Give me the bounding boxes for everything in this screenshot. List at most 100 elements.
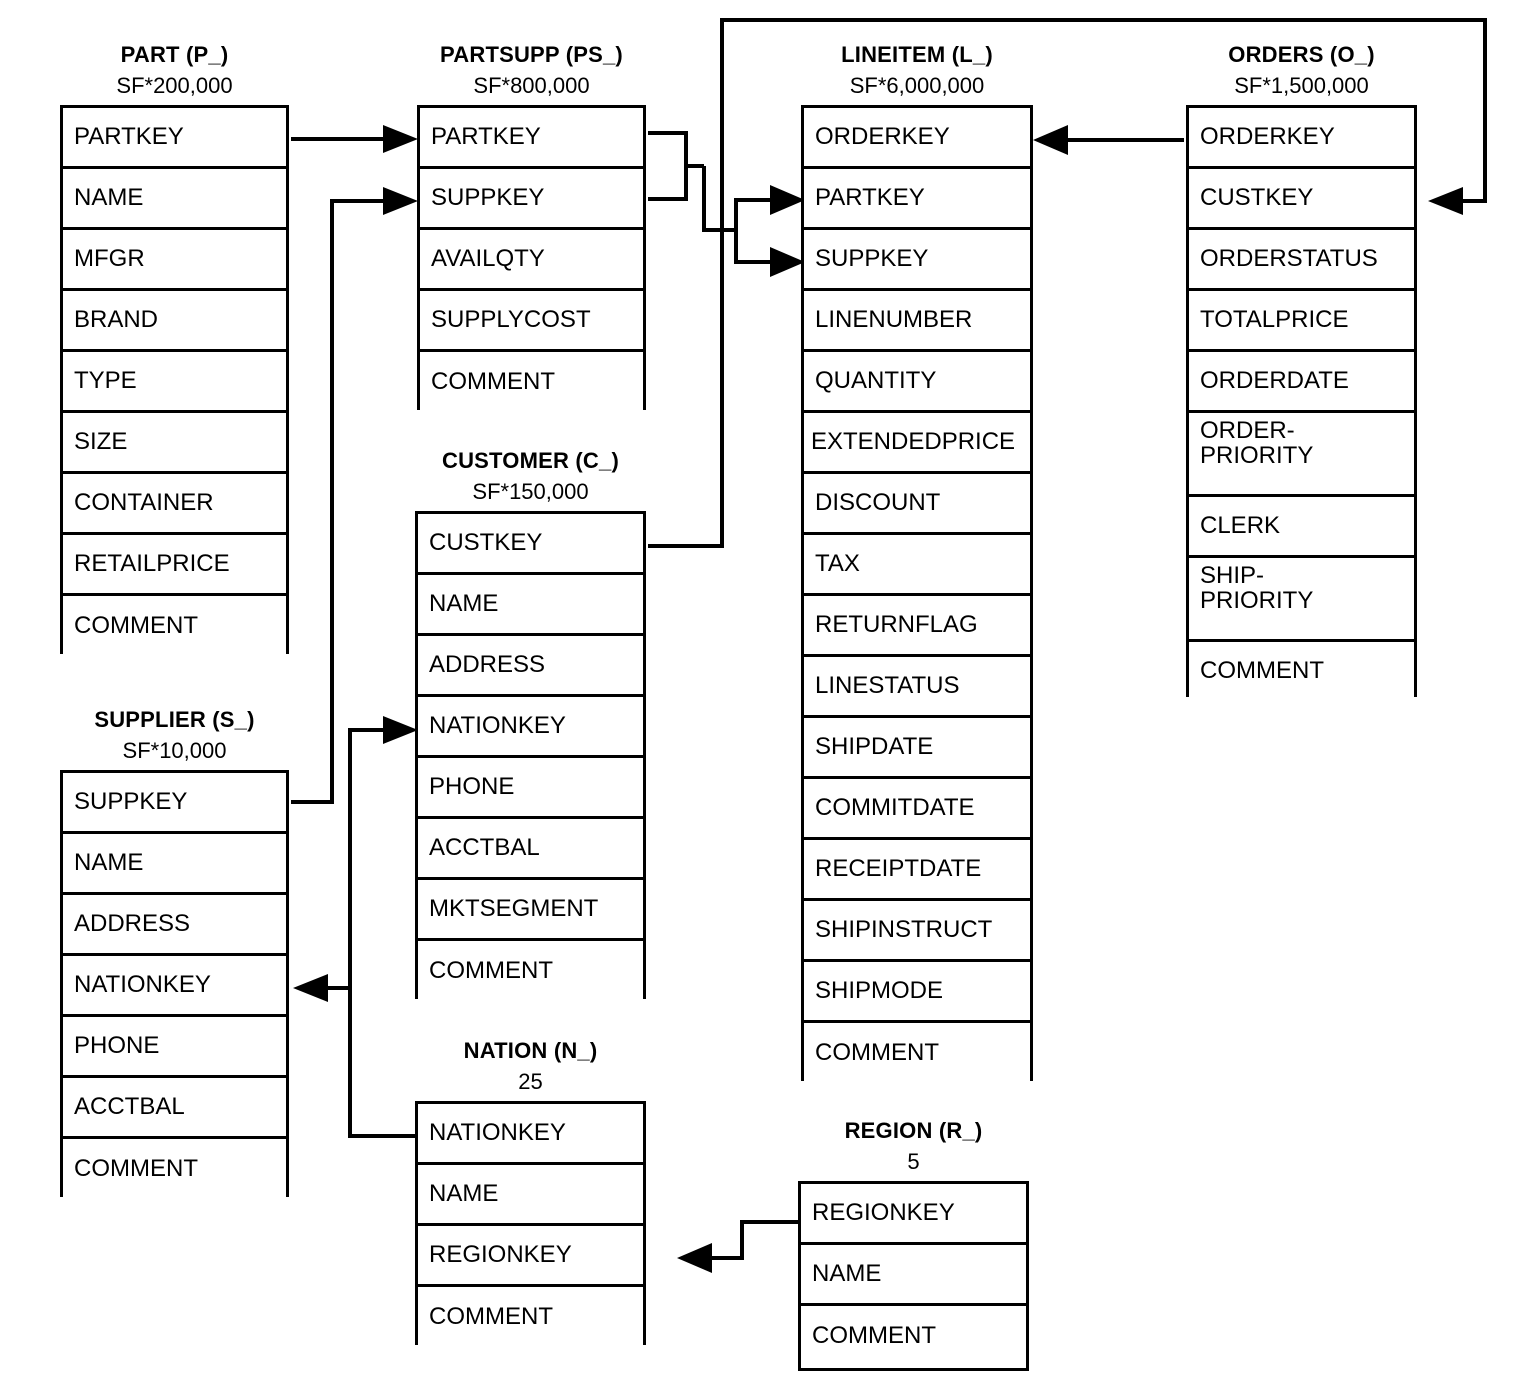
entity-region-title: REGION (R_) xyxy=(844,1118,983,1143)
field-customer-comment[interactable]: COMMENT xyxy=(418,940,643,1002)
field-lineitem-shipinstruct[interactable]: SHIPINSTRUCT xyxy=(804,900,1030,962)
field-orders-comment[interactable]: COMMENT xyxy=(1189,641,1414,701)
entity-nation-title: NATION (N_) xyxy=(463,1038,598,1063)
entity-nation-cardinality: 25 xyxy=(518,1069,543,1094)
field-lineitem-discount[interactable]: DISCOUNT xyxy=(804,473,1030,535)
field-partsupp-supplycost[interactable]: SUPPLYCOST xyxy=(420,290,643,352)
field-part-name[interactable]: NAME xyxy=(63,168,286,230)
field-customer-phone[interactable]: PHONE xyxy=(418,757,643,819)
field-customer-address[interactable]: ADDRESS xyxy=(418,635,643,697)
field-lineitem-partkey[interactable]: PARTKEY xyxy=(804,168,1030,230)
field-part-partkey[interactable]: PARTKEY xyxy=(63,107,286,169)
field-region-comment[interactable]: COMMENT xyxy=(801,1305,1026,1367)
field-orders-custkey[interactable]: CUSTKEY xyxy=(1189,168,1414,230)
entity-region: REGION (R_) 5 REGIONKEY NAME COMMENT xyxy=(798,1120,1029,1371)
entity-partsupp-cardinality: SF*800,000 xyxy=(473,73,590,98)
entity-supplier: SUPPLIER (S_) SF*10,000 SUPPKEY NAME ADD… xyxy=(60,707,289,1200)
field-lineitem-extendedprice[interactable]: EXTENDEDPRICE xyxy=(804,412,1030,474)
field-customer-custkey[interactable]: CUSTKEY xyxy=(418,513,643,575)
entity-supplier-cardinality: SF*10,000 xyxy=(122,738,227,763)
entity-customer-title: CUSTOMER (C_) xyxy=(442,448,619,473)
entity-orders: ORDERS (O_) SF*1,500,000 ORDERKEY CUSTKE… xyxy=(1186,42,1417,701)
entity-orders-fields: ORDERKEY CUSTKEY ORDERSTATUS TOTALPRICE … xyxy=(1186,104,1417,701)
entity-region-fields: REGIONKEY NAME COMMENT xyxy=(798,1180,1029,1371)
wire-region-to-nation xyxy=(677,1220,798,1273)
entity-customer-cardinality: SF*150,000 xyxy=(472,479,589,504)
field-lineitem-linenumber[interactable]: LINENUMBER xyxy=(804,290,1030,352)
entity-nation-fields: NATIONKEY NAME REGIONKEY COMMENT xyxy=(415,1100,646,1348)
field-orders-ship-priority[interactable]: SHIP- PRIORITY xyxy=(1189,557,1414,642)
field-orders-totalprice[interactable]: TOTALPRICE xyxy=(1189,290,1414,352)
wire-partsupp-to-lineitem xyxy=(648,131,805,277)
entity-customer: CUSTOMER (C_) SF*150,000 CUSTKEY NAME AD… xyxy=(415,448,646,1002)
field-supplier-nationkey[interactable]: NATIONKEY xyxy=(63,955,286,1017)
entity-part-title: PART (P_) xyxy=(120,42,229,67)
entity-part: PART (P_) SF*200,000 PARTKEY NAME MFGR B… xyxy=(60,42,289,657)
field-lineitem-comment[interactable]: COMMENT xyxy=(804,1022,1030,1084)
entity-nation: NATION (N_) 25 NATIONKEY NAME REGIONKEY … xyxy=(415,1038,646,1348)
entity-lineitem-fields: ORDERKEY PARTKEY SUPPKEY LINENUMBER QUAN… xyxy=(801,104,1033,1084)
field-part-brand[interactable]: BRAND xyxy=(63,290,286,352)
field-part-mfgr[interactable]: MFGR xyxy=(63,229,286,291)
field-part-size[interactable]: SIZE xyxy=(63,412,286,474)
field-lineitem-suppkey[interactable]: SUPPKEY xyxy=(804,229,1030,291)
field-part-retailprice[interactable]: RETAILPRICE xyxy=(63,534,286,596)
field-lineitem-shipdate[interactable]: SHIPDATE xyxy=(804,717,1030,779)
field-supplier-acctbal[interactable]: ACCTBAL xyxy=(63,1077,286,1139)
wire-nation-to-supplier xyxy=(293,974,350,1002)
entity-orders-cardinality: SF*1,500,000 xyxy=(1234,73,1369,98)
field-orders-orderdate[interactable]: ORDERDATE xyxy=(1189,351,1414,413)
entity-region-cardinality: 5 xyxy=(907,1149,920,1174)
field-partsupp-partkey[interactable]: PARTKEY xyxy=(420,107,643,169)
field-lineitem-shipmode[interactable]: SHIPMODE xyxy=(804,961,1030,1023)
wire-supplier-to-partsupp xyxy=(291,187,418,804)
field-lineitem-commitdate[interactable]: COMMITDATE xyxy=(804,778,1030,840)
entity-part-cardinality: SF*200,000 xyxy=(116,73,233,98)
wire-nation-to-customer xyxy=(348,716,418,1138)
field-lineitem-linestatus[interactable]: LINESTATUS xyxy=(804,656,1030,718)
field-nation-regionkey[interactable]: REGIONKEY xyxy=(418,1225,643,1287)
entity-lineitem-title: LINEITEM (L_) xyxy=(841,42,993,67)
field-nation-comment[interactable]: COMMENT xyxy=(418,1286,643,1348)
wire-part-to-partsupp xyxy=(291,125,418,153)
field-lineitem-tax[interactable]: TAX xyxy=(804,534,1030,596)
field-orders-clerk[interactable]: CLERK xyxy=(1189,496,1414,558)
entity-partsupp-fields: PARTKEY SUPPKEY AVAILQTY SUPPLYCOST COMM… xyxy=(417,104,646,413)
field-region-regionkey[interactable]: REGIONKEY xyxy=(801,1183,1026,1245)
field-lineitem-returnflag[interactable]: RETURNFLAG xyxy=(804,595,1030,657)
schema-diagram-canvas: PART (P_) SF*200,000 PARTKEY NAME MFGR B… xyxy=(0,0,1520,1396)
field-partsupp-suppkey[interactable]: SUPPKEY xyxy=(420,168,643,230)
field-partsupp-comment[interactable]: COMMENT xyxy=(420,351,643,413)
field-supplier-address[interactable]: ADDRESS xyxy=(63,894,286,956)
field-supplier-phone[interactable]: PHONE xyxy=(63,1016,286,1078)
field-lineitem-receiptdate[interactable]: RECEIPTDATE xyxy=(804,839,1030,901)
field-customer-name[interactable]: NAME xyxy=(418,574,643,636)
field-customer-nationkey[interactable]: NATIONKEY xyxy=(418,696,643,758)
field-part-container[interactable]: CONTAINER xyxy=(63,473,286,535)
entity-orders-title: ORDERS (O_) xyxy=(1228,42,1375,67)
field-customer-acctbal[interactable]: ACCTBAL xyxy=(418,818,643,880)
entity-lineitem: LINEITEM (L_) SF*6,000,000 ORDERKEY PART… xyxy=(801,42,1033,1084)
field-customer-mktsegment[interactable]: MKTSEGMENT xyxy=(418,879,643,941)
field-lineitem-quantity[interactable]: QUANTITY xyxy=(804,351,1030,413)
entity-partsupp: PARTSUPP (PS_) SF*800,000 PARTKEY SUPPKE… xyxy=(417,42,646,413)
entity-supplier-fields: SUPPKEY NAME ADDRESS NATIONKEY PHONE ACC… xyxy=(60,769,289,1200)
field-partsupp-availqty[interactable]: AVAILQTY xyxy=(420,229,643,291)
field-supplier-suppkey[interactable]: SUPPKEY xyxy=(63,772,286,834)
field-nation-name[interactable]: NAME xyxy=(418,1164,643,1226)
entity-customer-fields: CUSTKEY NAME ADDRESS NATIONKEY PHONE ACC… xyxy=(415,510,646,1002)
field-part-type[interactable]: TYPE xyxy=(63,351,286,413)
field-part-comment[interactable]: COMMENT xyxy=(63,595,286,657)
entity-partsupp-title: PARTSUPP (PS_) xyxy=(440,42,623,67)
field-orders-order-priority[interactable]: ORDER- PRIORITY xyxy=(1189,412,1414,497)
field-nation-nationkey[interactable]: NATIONKEY xyxy=(418,1103,643,1165)
entity-supplier-title: SUPPLIER (S_) xyxy=(94,707,255,732)
field-supplier-name[interactable]: NAME xyxy=(63,833,286,895)
field-supplier-comment[interactable]: COMMENT xyxy=(63,1138,286,1200)
field-lineitem-orderkey[interactable]: ORDERKEY xyxy=(804,107,1030,169)
entity-part-fields: PARTKEY NAME MFGR BRAND TYPE SIZE CONTAI… xyxy=(60,104,289,657)
field-orders-orderstatus[interactable]: ORDERSTATUS xyxy=(1189,229,1414,291)
field-region-name[interactable]: NAME xyxy=(801,1244,1026,1306)
wire-orders-to-lineitem xyxy=(1033,125,1184,155)
field-orders-orderkey[interactable]: ORDERKEY xyxy=(1189,107,1414,169)
